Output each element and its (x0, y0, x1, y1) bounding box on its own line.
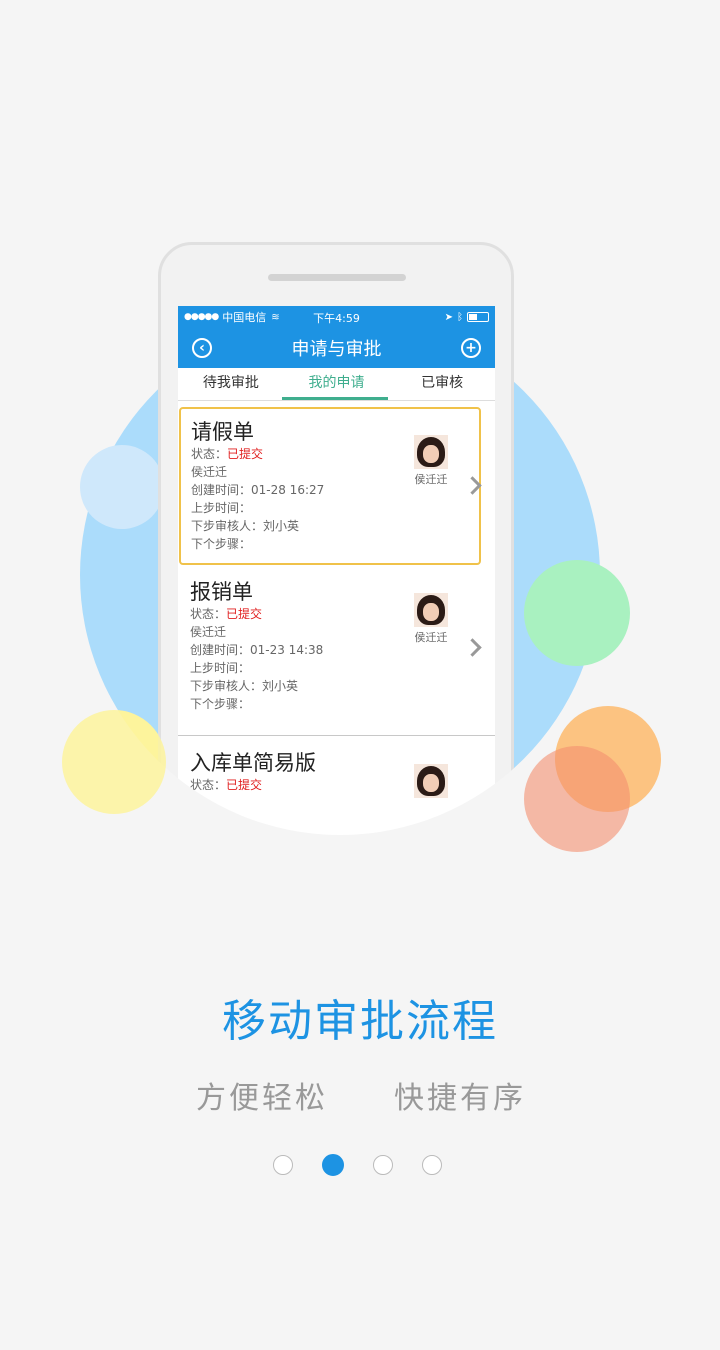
item-title: 报销单 (190, 580, 253, 604)
page-dot[interactable] (422, 1155, 442, 1175)
avatar-name: 侯迁迁 (414, 473, 448, 486)
list-item[interactable]: 入库单简易版 状态：已提交 (178, 736, 495, 899)
status-bar: ●●●●● 中国电信 ≋ 下午4:59 ➤ ᛒ (178, 306, 495, 328)
status-label: 状态： (190, 778, 227, 792)
prev-step-time: 上步时间： (190, 661, 251, 675)
prev-step-time: 上步时间： (191, 501, 252, 515)
tab-my-requests[interactable]: 我的申请 (284, 368, 390, 400)
phone-mockup: ●●●●● 中国电信 ≋ 下午4:59 ➤ ᛒ ‹ 申请与审批 + 待我审批 我… (158, 242, 514, 902)
next-step: 下个步骤： (191, 537, 252, 551)
bluetooth-icon: ᛒ (457, 311, 463, 323)
tab-bar: 待我审批 我的申请 已审核 (178, 368, 495, 401)
status-badge: 已提交 (226, 607, 263, 621)
decor-circle-yellow-front (62, 710, 166, 814)
avatar-name: 侯迁迁 (414, 631, 448, 644)
location-icon: ➤ (444, 311, 453, 323)
headline: 移动审批流程 (222, 996, 498, 1047)
carrier-label: 中国电信 (222, 311, 267, 324)
avatar (414, 435, 448, 469)
add-icon[interactable]: + (461, 338, 481, 358)
applicant: 侯迁迁 (190, 625, 227, 639)
page-indicator (273, 1154, 442, 1176)
list-item[interactable]: 报销单 状态：已提交 侯迁迁 创建时间：01-23 14:38 上步时间： 下步… (178, 565, 495, 736)
battery-icon (467, 312, 489, 322)
nav-bar: ‹ 申请与审批 + (178, 328, 495, 368)
page-dot-active[interactable] (322, 1154, 344, 1176)
signal-icon: ●●●●● (184, 312, 219, 322)
tab-reviewed[interactable]: 已审核 (389, 368, 495, 400)
status-label: 状态： (191, 447, 228, 461)
subline-2: 快捷有序 (394, 1081, 526, 1116)
back-icon[interactable]: ‹ (192, 338, 212, 358)
tab-pending-approval[interactable]: 待我审批 (178, 368, 284, 400)
list-item[interactable]: 请假单 状态：已提交 侯迁迁 创建时间：01-28 16:27 上步时间： 下步… (179, 407, 482, 565)
avatar (414, 593, 448, 627)
status-badge: 已提交 (226, 778, 263, 792)
phone-screen: ●●●●● 中国电信 ≋ 下午4:59 ➤ ᛒ ‹ 申请与审批 + 待我审批 我… (178, 306, 495, 899)
page-dot[interactable] (273, 1155, 293, 1175)
decor-circle-pale (80, 445, 164, 529)
created-time: 创建时间：01-23 14:38 (190, 643, 324, 657)
next-reviewer: 下步审核人：刘小英 (190, 679, 299, 693)
request-list: 请假单 状态：已提交 侯迁迁 创建时间：01-28 16:27 上步时间： 下步… (178, 407, 495, 899)
item-title: 入库单简易版 (190, 751, 316, 775)
status-badge: 已提交 (227, 447, 264, 461)
decor-circle-salmon (524, 746, 630, 852)
subline-1: 方便轻松 (196, 1081, 328, 1116)
phone-speaker (268, 274, 406, 281)
next-reviewer: 下步审核人：刘小英 (191, 519, 300, 533)
page-title: 申请与审批 (291, 339, 382, 360)
wifi-icon: ≋ (271, 311, 280, 323)
tab-active-indicator (282, 397, 388, 400)
next-step: 下个步骤： (190, 697, 251, 711)
page-dot[interactable] (373, 1155, 393, 1175)
decor-circle-green (524, 560, 630, 666)
status-label: 状态： (190, 607, 227, 621)
avatar (414, 764, 448, 798)
